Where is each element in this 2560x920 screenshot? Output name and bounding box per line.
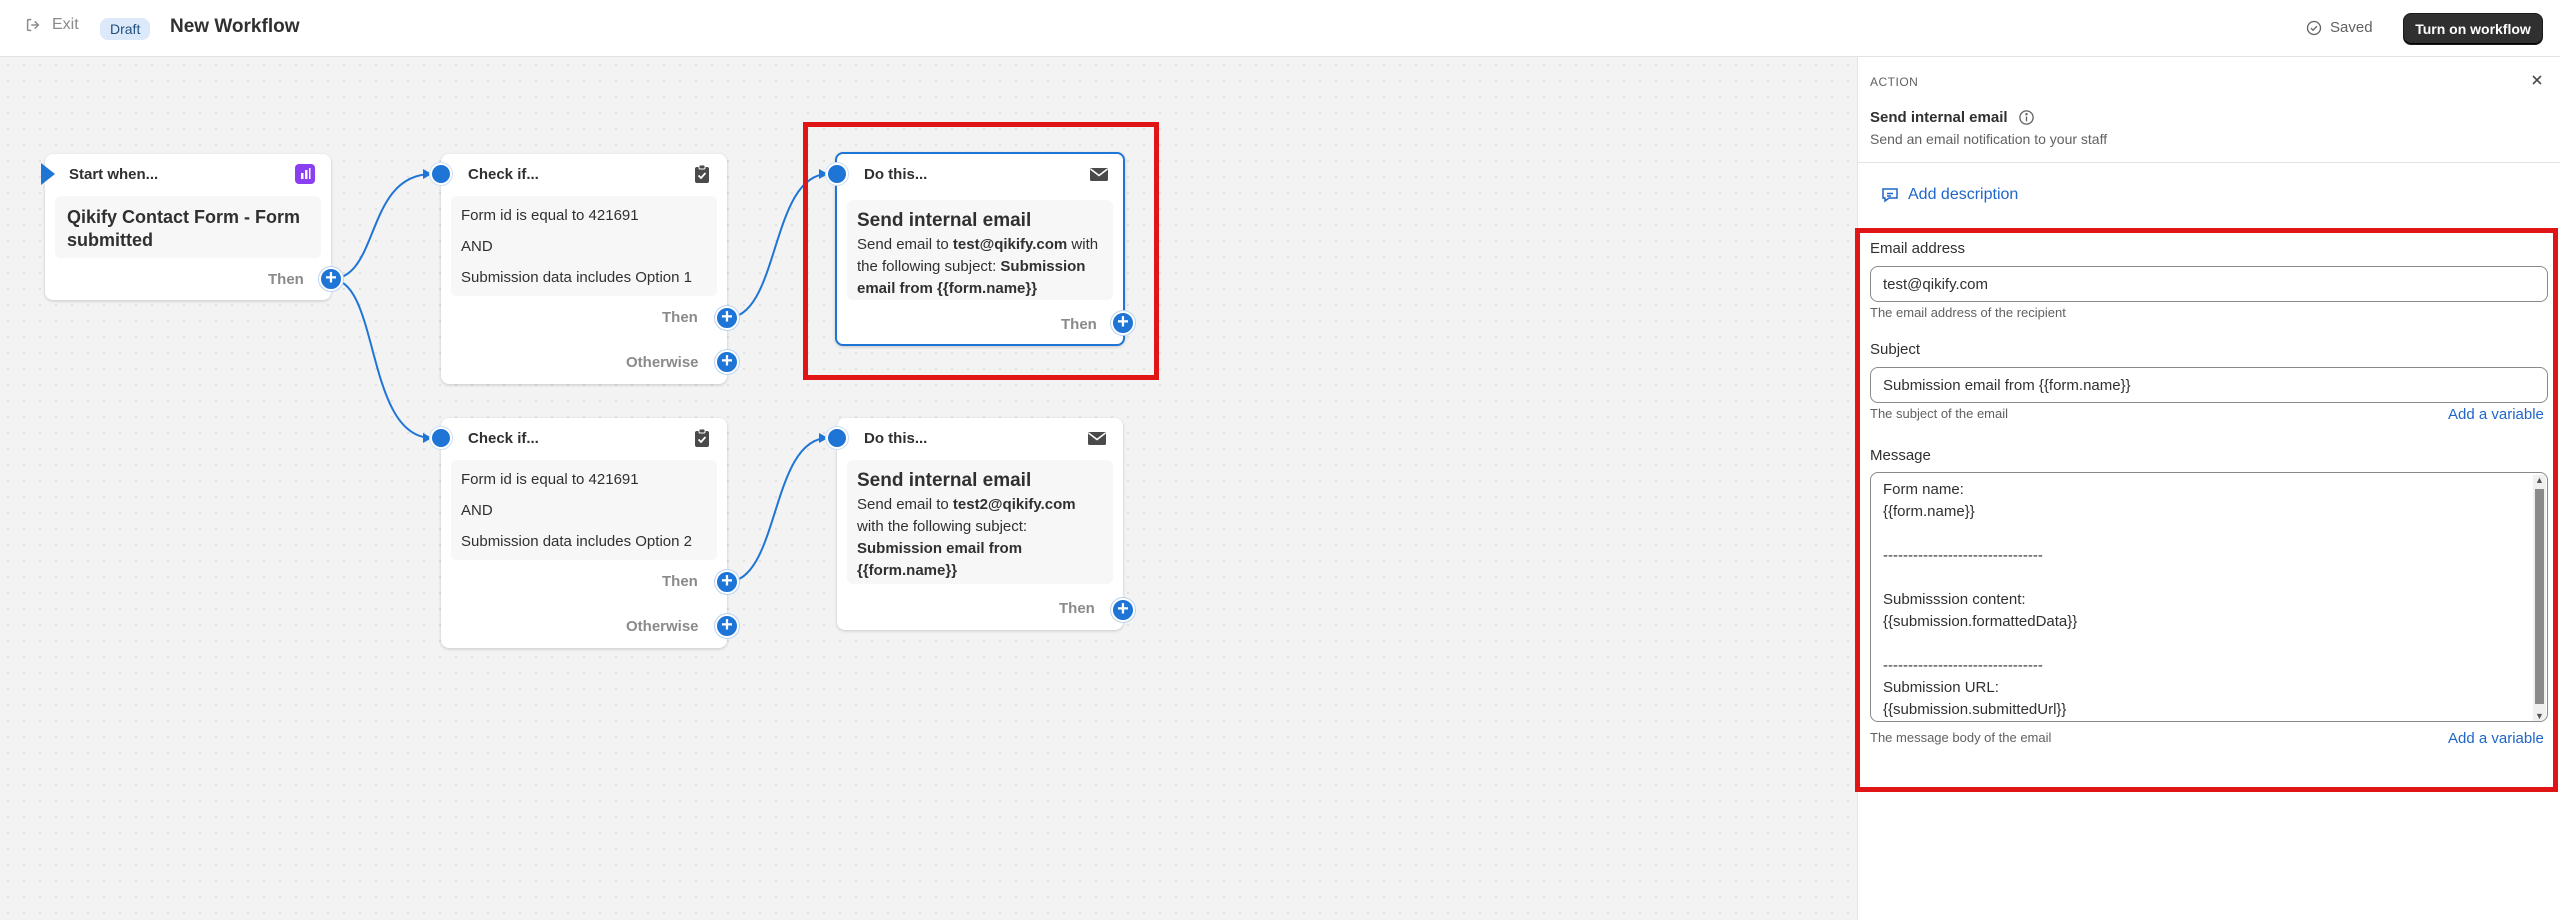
status-badge: Draft	[100, 18, 151, 40]
email-address-help: The email address of the recipient	[1870, 305, 2066, 320]
panel-section-label: ACTION	[1870, 75, 1919, 89]
condition-1-line-3: Submission data includes Option 1	[461, 269, 692, 286]
condition-1-input-dot	[430, 163, 452, 185]
panel-divider	[1858, 162, 2560, 163]
turn-on-workflow-button[interactable]: Turn on workflow	[2403, 13, 2543, 45]
condition-2-body: Form id is equal to 421691 AND Submissio…	[451, 460, 717, 560]
condition-1-then-label: Then	[662, 309, 698, 326]
message-text: Form name: {{form.name}} ---------------…	[1883, 481, 2078, 718]
trigger-head-label: Start when...	[69, 166, 159, 183]
action-2-body: Send internal email Send email to test2@…	[847, 460, 1113, 584]
email-address-label: Email address	[1870, 240, 1966, 257]
condition-1-line-2: AND	[461, 238, 493, 255]
condition-1-otherwise-add-button[interactable]: +	[715, 350, 739, 374]
condition-1-header: Check if...	[441, 154, 727, 194]
condition-2-otherwise-add-button[interactable]: +	[715, 614, 739, 638]
exit-icon	[26, 18, 40, 32]
email-address-input[interactable]	[1870, 266, 2548, 302]
message-help: The message body of the email	[1870, 730, 2052, 745]
message-textarea[interactable]: Form name: {{form.name}} ---------------…	[1870, 472, 2548, 722]
action-2-then-add-button[interactable]: +	[1111, 598, 1135, 622]
info-icon[interactable]	[2018, 109, 2035, 126]
trigger-node-header: Start when...	[45, 154, 331, 194]
condition-2-header: Check if...	[441, 418, 727, 458]
condition-node-1[interactable]: Check if... Form id is equal to 421691 A…	[441, 154, 727, 384]
panel-subtitle: Send an email notification to your staff	[1870, 131, 2108, 147]
condition-1-otherwise-label: Otherwise	[626, 354, 699, 371]
subject-input[interactable]	[1870, 367, 2548, 403]
action-settings-panel: ACTION Send internal email Send an email…	[1855, 57, 2560, 920]
action-2-subject: Submission email from {{form.name}}	[857, 540, 1023, 579]
action-1-recipient: test@qikify.com	[952, 236, 1068, 253]
check-circle-icon	[2306, 20, 2322, 35]
app-logo-icon	[295, 164, 315, 184]
message-label: Message	[1870, 447, 1931, 464]
message-add-variable-link[interactable]: Add a variable	[2448, 730, 2544, 747]
add-description-button[interactable]: Add description	[1880, 185, 2018, 205]
condition-2-input-dot	[430, 427, 452, 449]
condition-2-then-add-button[interactable]: +	[715, 570, 739, 594]
action-2-then-label: Then	[1059, 600, 1095, 617]
condition-2-line-2: AND	[461, 502, 493, 519]
condition-1-head-label: Check if...	[468, 166, 539, 183]
action-1-description: Send email to test@qikify.com with the f…	[857, 236, 1099, 297]
trigger-node[interactable]: Start when... Qikify Contact Form - Form…	[41, 154, 331, 300]
action-1-then-add-button[interactable]: +	[1111, 311, 1135, 335]
action-1-header: Do this...	[837, 154, 1123, 194]
saved-status: Saved	[2306, 19, 2373, 36]
saved-label: Saved	[2330, 19, 2373, 36]
trigger-node-body: Qikify Contact Form - Form submitted	[55, 196, 321, 258]
page-title: New Workflow	[170, 16, 300, 37]
clipboard-check-icon	[695, 428, 709, 447]
scroll-down-icon[interactable]: ▼	[2535, 711, 2544, 721]
action-1-body: Send internal email Send email to test@q…	[847, 200, 1113, 300]
exit-label: Exit	[52, 16, 79, 33]
mail-icon	[1088, 432, 1106, 445]
condition-2-line-3: Submission data includes Option 2	[461, 533, 692, 550]
condition-2-head-label: Check if...	[468, 430, 539, 447]
message-scrollbar[interactable]: ▲ ▼	[2533, 475, 2546, 721]
action-2-header: Do this...	[837, 418, 1123, 458]
subject-label: Subject	[1870, 341, 1921, 358]
clipboard-check-icon	[695, 164, 709, 183]
action-1-then-label: Then	[1061, 316, 1097, 333]
action-1-title: Send internal email	[857, 210, 1032, 231]
condition-2-then-label: Then	[662, 573, 698, 590]
trigger-then-label: Then	[268, 271, 304, 288]
panel-title-text: Send internal email	[1870, 109, 2008, 126]
condition-1-body: Form id is equal to 421691 AND Submissio…	[451, 196, 717, 296]
scroll-up-icon[interactable]: ▲	[2535, 475, 2544, 485]
action-2-head-label: Do this...	[864, 430, 928, 447]
trigger-then-add-button[interactable]: +	[319, 267, 343, 291]
action-2-description: Send email to test2@qikify.com with the …	[857, 496, 1076, 579]
panel-title: Send internal email	[1870, 109, 2035, 126]
condition-node-2[interactable]: Check if... Form id is equal to 421691 A…	[441, 418, 727, 648]
action-1-input-dot	[826, 163, 848, 185]
scrollbar-thumb[interactable]	[2535, 489, 2544, 704]
condition-1-line-1: Form id is equal to 421691	[461, 207, 639, 224]
comment-add-icon	[1882, 188, 1898, 203]
subject-help: The subject of the email	[1870, 406, 2009, 421]
trigger-title: Qikify Contact Form - Form submitted	[67, 207, 301, 250]
action-2-input-dot	[826, 427, 848, 449]
action-2-recipient: test2@qikify.com	[952, 496, 1076, 513]
action-node-1[interactable]: Do this... Send internal email Send emai…	[835, 152, 1125, 346]
add-description-label: Add description	[1908, 186, 2019, 203]
condition-2-line-1: Form id is equal to 421691	[461, 471, 639, 488]
subject-add-variable-link[interactable]: Add a variable	[2448, 406, 2544, 423]
close-icon[interactable]	[2528, 71, 2546, 89]
action-node-2[interactable]: Do this... Send internal email Send emai…	[837, 418, 1123, 630]
exit-button[interactable]: Exit	[24, 16, 79, 34]
top-bar: Exit Draft New Workflow Saved Turn on wo…	[0, 0, 2560, 57]
action-2-title: Send internal email	[857, 470, 1032, 491]
condition-1-then-add-button[interactable]: +	[715, 306, 739, 330]
condition-2-otherwise-label: Otherwise	[626, 618, 699, 635]
action-1-head-label: Do this...	[864, 166, 928, 183]
mail-icon	[1090, 168, 1108, 181]
